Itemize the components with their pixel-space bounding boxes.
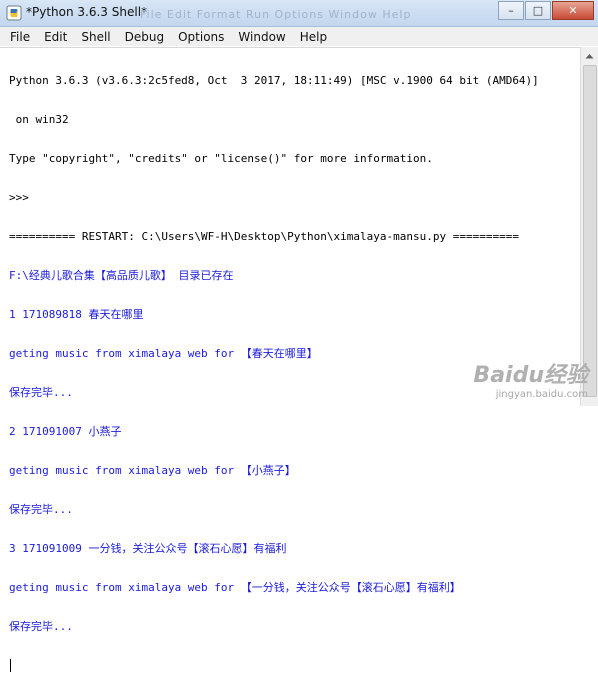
close-button[interactable]: ✕ xyxy=(552,1,594,20)
shell-prompt: >>> xyxy=(9,191,36,204)
output-line: 保存完毕... xyxy=(9,386,73,399)
output-line: geting music from ximalaya web for 【春天在哪… xyxy=(9,347,318,360)
background-window-menu: File Edit Format Run Options Window Help xyxy=(140,8,412,21)
baidu-logo: Baidu经验 xyxy=(473,363,588,388)
input-line[interactable] xyxy=(9,659,539,672)
watermark-url: jingyan.baidu.com xyxy=(495,389,588,400)
output-line: 保存完毕... xyxy=(9,620,73,633)
title-bar: *Python 3.6.3 Shell* File Edit Format Ru… xyxy=(0,0,598,27)
shell-text-area[interactable]: Python 3.6.3 (v3.6.3:2c5fed8, Oct 3 2017… xyxy=(0,47,581,672)
menu-shell[interactable]: Shell xyxy=(74,30,117,44)
shell-output: Python 3.6.3 (v3.6.3:2c5fed8, Oct 3 2017… xyxy=(9,48,539,698)
window-title: *Python 3.6.3 Shell* xyxy=(26,5,148,19)
watermark: Baidu经验 jingyan.baidu.com xyxy=(473,357,588,400)
window-controls: – □ ✕ xyxy=(497,1,594,20)
output-line: 1 171089818 春天在哪里 xyxy=(9,308,144,321)
output-line: 3 171091009 一分钱，关注公众号【滚石心愿】有福利 xyxy=(9,542,287,555)
menu-file[interactable]: File xyxy=(0,30,37,44)
shell-line-platform: on win32 xyxy=(9,113,69,126)
minimize-button[interactable]: – xyxy=(498,1,524,20)
output-line: 保存完毕... xyxy=(9,503,73,516)
vertical-scrollbar[interactable] xyxy=(580,47,598,406)
output-line: F:\经典儿歌合集【高品质儿歌】 目录已存在 xyxy=(9,269,234,282)
output-line: 2 171091007 小燕子 xyxy=(9,425,122,438)
scroll-up-arrow-icon[interactable] xyxy=(582,48,597,63)
shell-line-banner: Python 3.6.3 (v3.6.3:2c5fed8, Oct 3 2017… xyxy=(9,74,539,87)
menu-options[interactable]: Options xyxy=(171,30,231,44)
scrollbar-thumb[interactable] xyxy=(583,65,597,397)
menu-debug[interactable]: Debug xyxy=(118,30,171,44)
menu-help[interactable]: Help xyxy=(293,30,334,44)
maximize-button[interactable]: □ xyxy=(525,1,551,20)
python-icon xyxy=(6,5,22,21)
menu-edit[interactable]: Edit xyxy=(37,30,74,44)
shell-line-restart: ========== RESTART: C:\Users\WF-H\Deskto… xyxy=(9,230,519,243)
menu-bar: File Edit Shell Debug Options Window Hel… xyxy=(0,27,598,46)
menu-window[interactable]: Window xyxy=(231,30,292,44)
shell-line-info: Type "copyright", "credits" or "license(… xyxy=(9,152,433,165)
output-line: geting music from ximalaya web for 【小燕子】 xyxy=(9,464,296,477)
output-line: geting music from ximalaya web for 【一分钱，… xyxy=(9,581,461,594)
text-cursor xyxy=(10,659,11,672)
